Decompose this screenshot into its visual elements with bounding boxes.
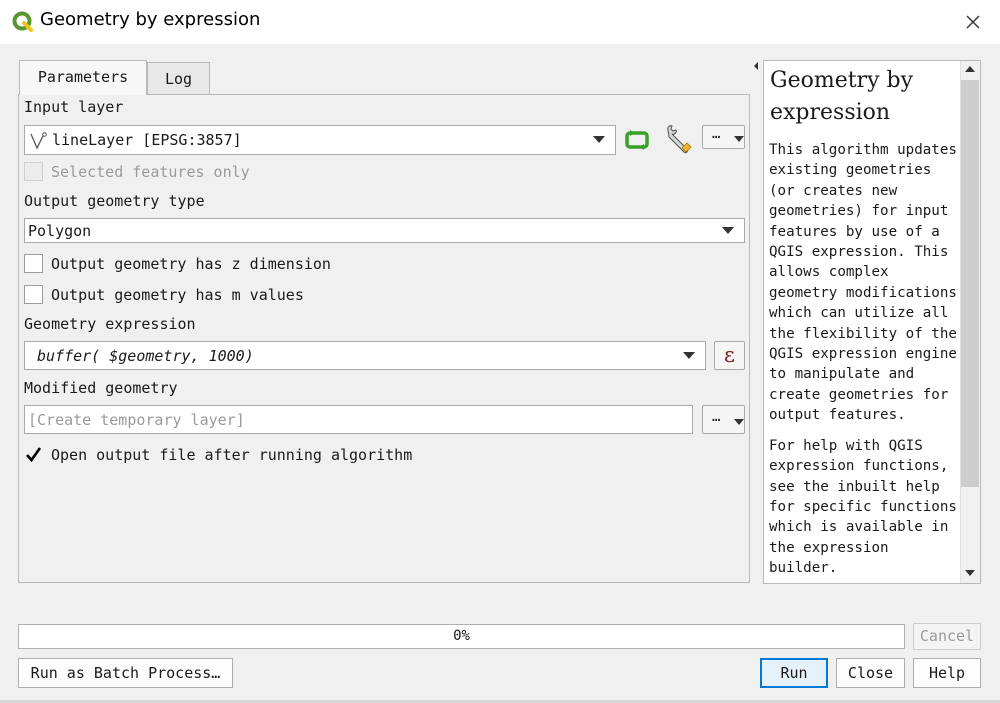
help-button[interactable]: Help [913, 658, 981, 688]
open-output-label: Open output file after running algorithm [51, 446, 413, 464]
chevron-down-icon [593, 136, 605, 143]
has-m-checkbox[interactable] [24, 285, 43, 304]
expression-builder-button[interactable]: ε [714, 341, 745, 370]
cancel-button[interactable]: Cancel [913, 623, 981, 650]
tab-parameters[interactable]: Parameters [19, 60, 147, 95]
iterate-refresh-icon[interactable] [624, 127, 651, 153]
help-scroll-thumb[interactable] [961, 80, 979, 487]
window-title: Geometry by expression [40, 9, 261, 30]
input-layer-value: lineLayer [EPSG:3857] [52, 131, 242, 149]
ellipsis-icon: … [712, 126, 721, 142]
tab-log[interactable]: Log [147, 62, 210, 95]
ellipsis-icon: … [712, 409, 721, 425]
checkmark-icon [26, 447, 42, 463]
line-layer-icon [30, 132, 47, 150]
modified-geometry-label: Modified geometry [24, 379, 178, 397]
help-body: This algorithm updates existing geometri… [769, 140, 961, 583]
output-destination-placeholder: [Create temporary layer] [28, 411, 245, 429]
chevron-down-icon [734, 136, 744, 142]
help-paragraph: For help with QGIS expression functions,… [769, 437, 957, 577]
help-panel: Geometry by expression This algorithm up… [763, 60, 981, 584]
close-x-icon[interactable] [963, 12, 983, 32]
splitter-collapse-icon[interactable] [754, 62, 758, 70]
run-batch-button[interactable]: Run as Batch Process… [18, 658, 233, 688]
expression-label: Geometry expression [24, 315, 196, 333]
input-layer-options-button[interactable]: … [702, 125, 745, 149]
wrench-icon[interactable] [663, 124, 695, 154]
output-destination-input[interactable]: [Create temporary layer] [24, 405, 693, 434]
progress-bar: 0% [18, 624, 905, 649]
help-paragraph: This algorithm updates existing geometri… [769, 142, 957, 424]
chevron-down-icon [734, 419, 744, 425]
run-button[interactable]: Run [760, 658, 828, 688]
selected-features-label: Selected features only [51, 163, 250, 181]
close-button[interactable]: Close [836, 658, 905, 688]
qgis-logo-icon [12, 11, 33, 32]
expression-value: buffer( $geometry, 1000) [37, 347, 254, 365]
has-m-label: Output geometry has m values [51, 286, 304, 304]
epsilon-icon: ε [724, 343, 735, 367]
open-output-checkbox[interactable] [24, 445, 43, 464]
scroll-up-icon[interactable] [965, 66, 975, 72]
output-type-select[interactable]: Polygon [24, 218, 745, 243]
selected-features-checkbox[interactable] [24, 162, 43, 181]
expression-input[interactable]: buffer( $geometry, 1000) [24, 341, 706, 370]
chevron-down-icon [722, 227, 734, 234]
output-destination-options-button[interactable]: … [702, 405, 745, 434]
output-type-label: Output geometry type [24, 192, 205, 210]
scroll-down-icon[interactable] [965, 570, 975, 576]
has-z-label: Output geometry has z dimension [51, 255, 331, 273]
help-title: Geometry by expression [770, 68, 914, 125]
input-layer-label: Input layer [24, 98, 124, 116]
input-layer-combo[interactable]: lineLayer [EPSG:3857] [24, 125, 616, 155]
has-z-checkbox[interactable] [24, 254, 43, 273]
output-type-value: Polygon [28, 222, 92, 240]
chevron-down-icon [683, 352, 695, 359]
